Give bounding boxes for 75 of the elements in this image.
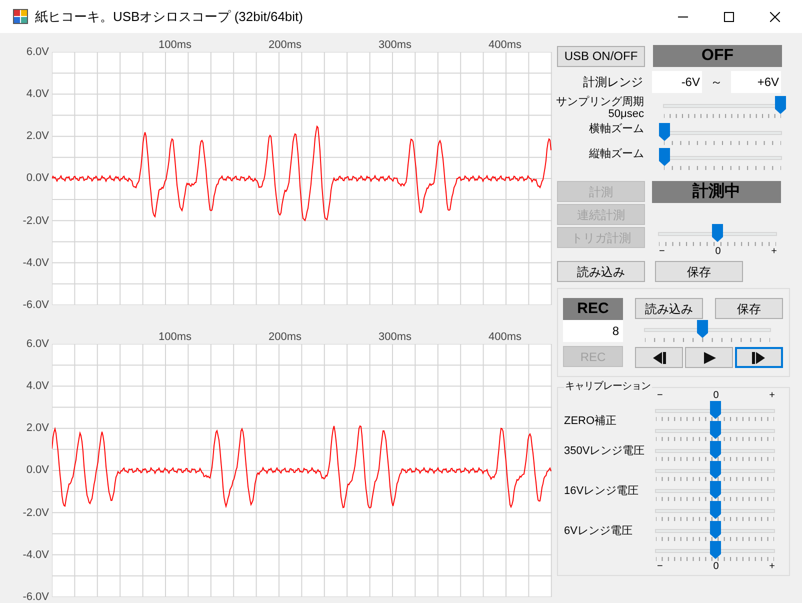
axis-label: 2.0V (26, 129, 49, 144)
slider-thumb[interactable] (775, 96, 786, 114)
slider-thumb[interactable] (659, 123, 670, 141)
axis-label: 4.0V (26, 379, 49, 394)
step-forward-icon (752, 352, 766, 364)
play-icon (702, 352, 716, 364)
input-field[interactable]: +6V (731, 71, 781, 93)
axis-label: 300ms (378, 38, 412, 52)
slider-label: 縦軸ズーム (589, 148, 644, 161)
slider-thumb[interactable] (710, 541, 720, 559)
slider-thumb[interactable] (710, 401, 720, 419)
slider-thumb[interactable] (659, 148, 670, 166)
calibration-label: 16Vレンジ電圧 (563, 484, 640, 499)
play-button[interactable] (685, 347, 733, 368)
axis-label: -4.0V (22, 548, 49, 562)
step-back-icon (652, 352, 666, 364)
step-back-button[interactable] (635, 347, 683, 368)
scale-label: 0 (713, 561, 719, 572)
scale-label: − (659, 246, 665, 257)
input-field[interactable]: -6V (652, 71, 702, 93)
axis-label: 0.0V (26, 171, 49, 186)
load-button[interactable]: 読み込み (557, 261, 645, 282)
slider-thumb[interactable] (710, 521, 720, 539)
axis-label: -4.0V (22, 256, 49, 270)
axis-label: 100ms (158, 38, 192, 52)
slider-thumb[interactable] (710, 481, 720, 499)
separator-text: ～ (710, 74, 724, 91)
calibration-label: 350Vレンジ電圧 (563, 444, 646, 459)
slider-thumb[interactable] (710, 461, 720, 479)
maximize-icon (724, 12, 734, 22)
slider-thumb[interactable] (710, 421, 720, 439)
slider-label: 横軸ズーム (589, 123, 644, 136)
axis-label: 400ms (488, 330, 522, 344)
app-icon (13, 9, 28, 24)
axis-label: 200ms (268, 38, 302, 52)
slider-thumb[interactable] (710, 501, 720, 519)
slider-thumb[interactable] (710, 441, 720, 459)
status-display: REC (563, 298, 623, 320)
scale-label: + (769, 561, 775, 572)
axis-label: 200ms (268, 330, 302, 344)
axis-label: -6.0V (22, 590, 49, 603)
save-button[interactable]: 保存 (715, 298, 783, 319)
scale-label: 0 (715, 246, 721, 257)
status-display: OFF (653, 45, 782, 67)
axis-label: 400ms (488, 38, 522, 52)
scale-label: 0 (713, 390, 719, 401)
axis-label: 6.0V (26, 337, 49, 351)
field-label: 計測レンジ (582, 74, 644, 91)
input-field[interactable]: 8 (563, 320, 623, 342)
axis-label: 2.0V (26, 421, 49, 436)
scale-label: + (769, 390, 775, 401)
scale-label: − (657, 390, 663, 401)
axis-label: 300ms (378, 330, 412, 344)
slider-thumb[interactable] (712, 224, 723, 242)
usb-toggle-button[interactable]: USB ON/OFF (557, 46, 645, 66)
axis-label: 4.0V (26, 87, 49, 102)
scale-label: + (771, 246, 777, 257)
axis-label: -2.0V (22, 214, 49, 228)
calibration-label: ZERO補正 (563, 414, 618, 428)
slider-value: 50μsec (608, 109, 644, 120)
save-button[interactable]: 保存 (655, 261, 743, 282)
slider-label: サンプリング周期 (556, 96, 644, 109)
step-forward-button[interactable] (735, 347, 783, 368)
axis-label: 6.0V (26, 45, 49, 59)
calibration-label: 6Vレンジ電圧 (563, 524, 634, 539)
status-display: 計測中 (652, 181, 781, 203)
load-button[interactable]: 読み込み (635, 298, 703, 319)
scale-label: − (657, 561, 663, 572)
axis-label: -6.0V (22, 298, 49, 312)
slider-thumb[interactable] (697, 320, 708, 338)
close-icon (770, 12, 780, 22)
window-title: 紙ヒコーキ。USBオシロスコープ (32bit/64bit) (35, 8, 303, 26)
axis-label: 0.0V (26, 463, 49, 478)
axis-label: -2.0V (22, 506, 49, 520)
axis-label: 100ms (158, 330, 192, 344)
